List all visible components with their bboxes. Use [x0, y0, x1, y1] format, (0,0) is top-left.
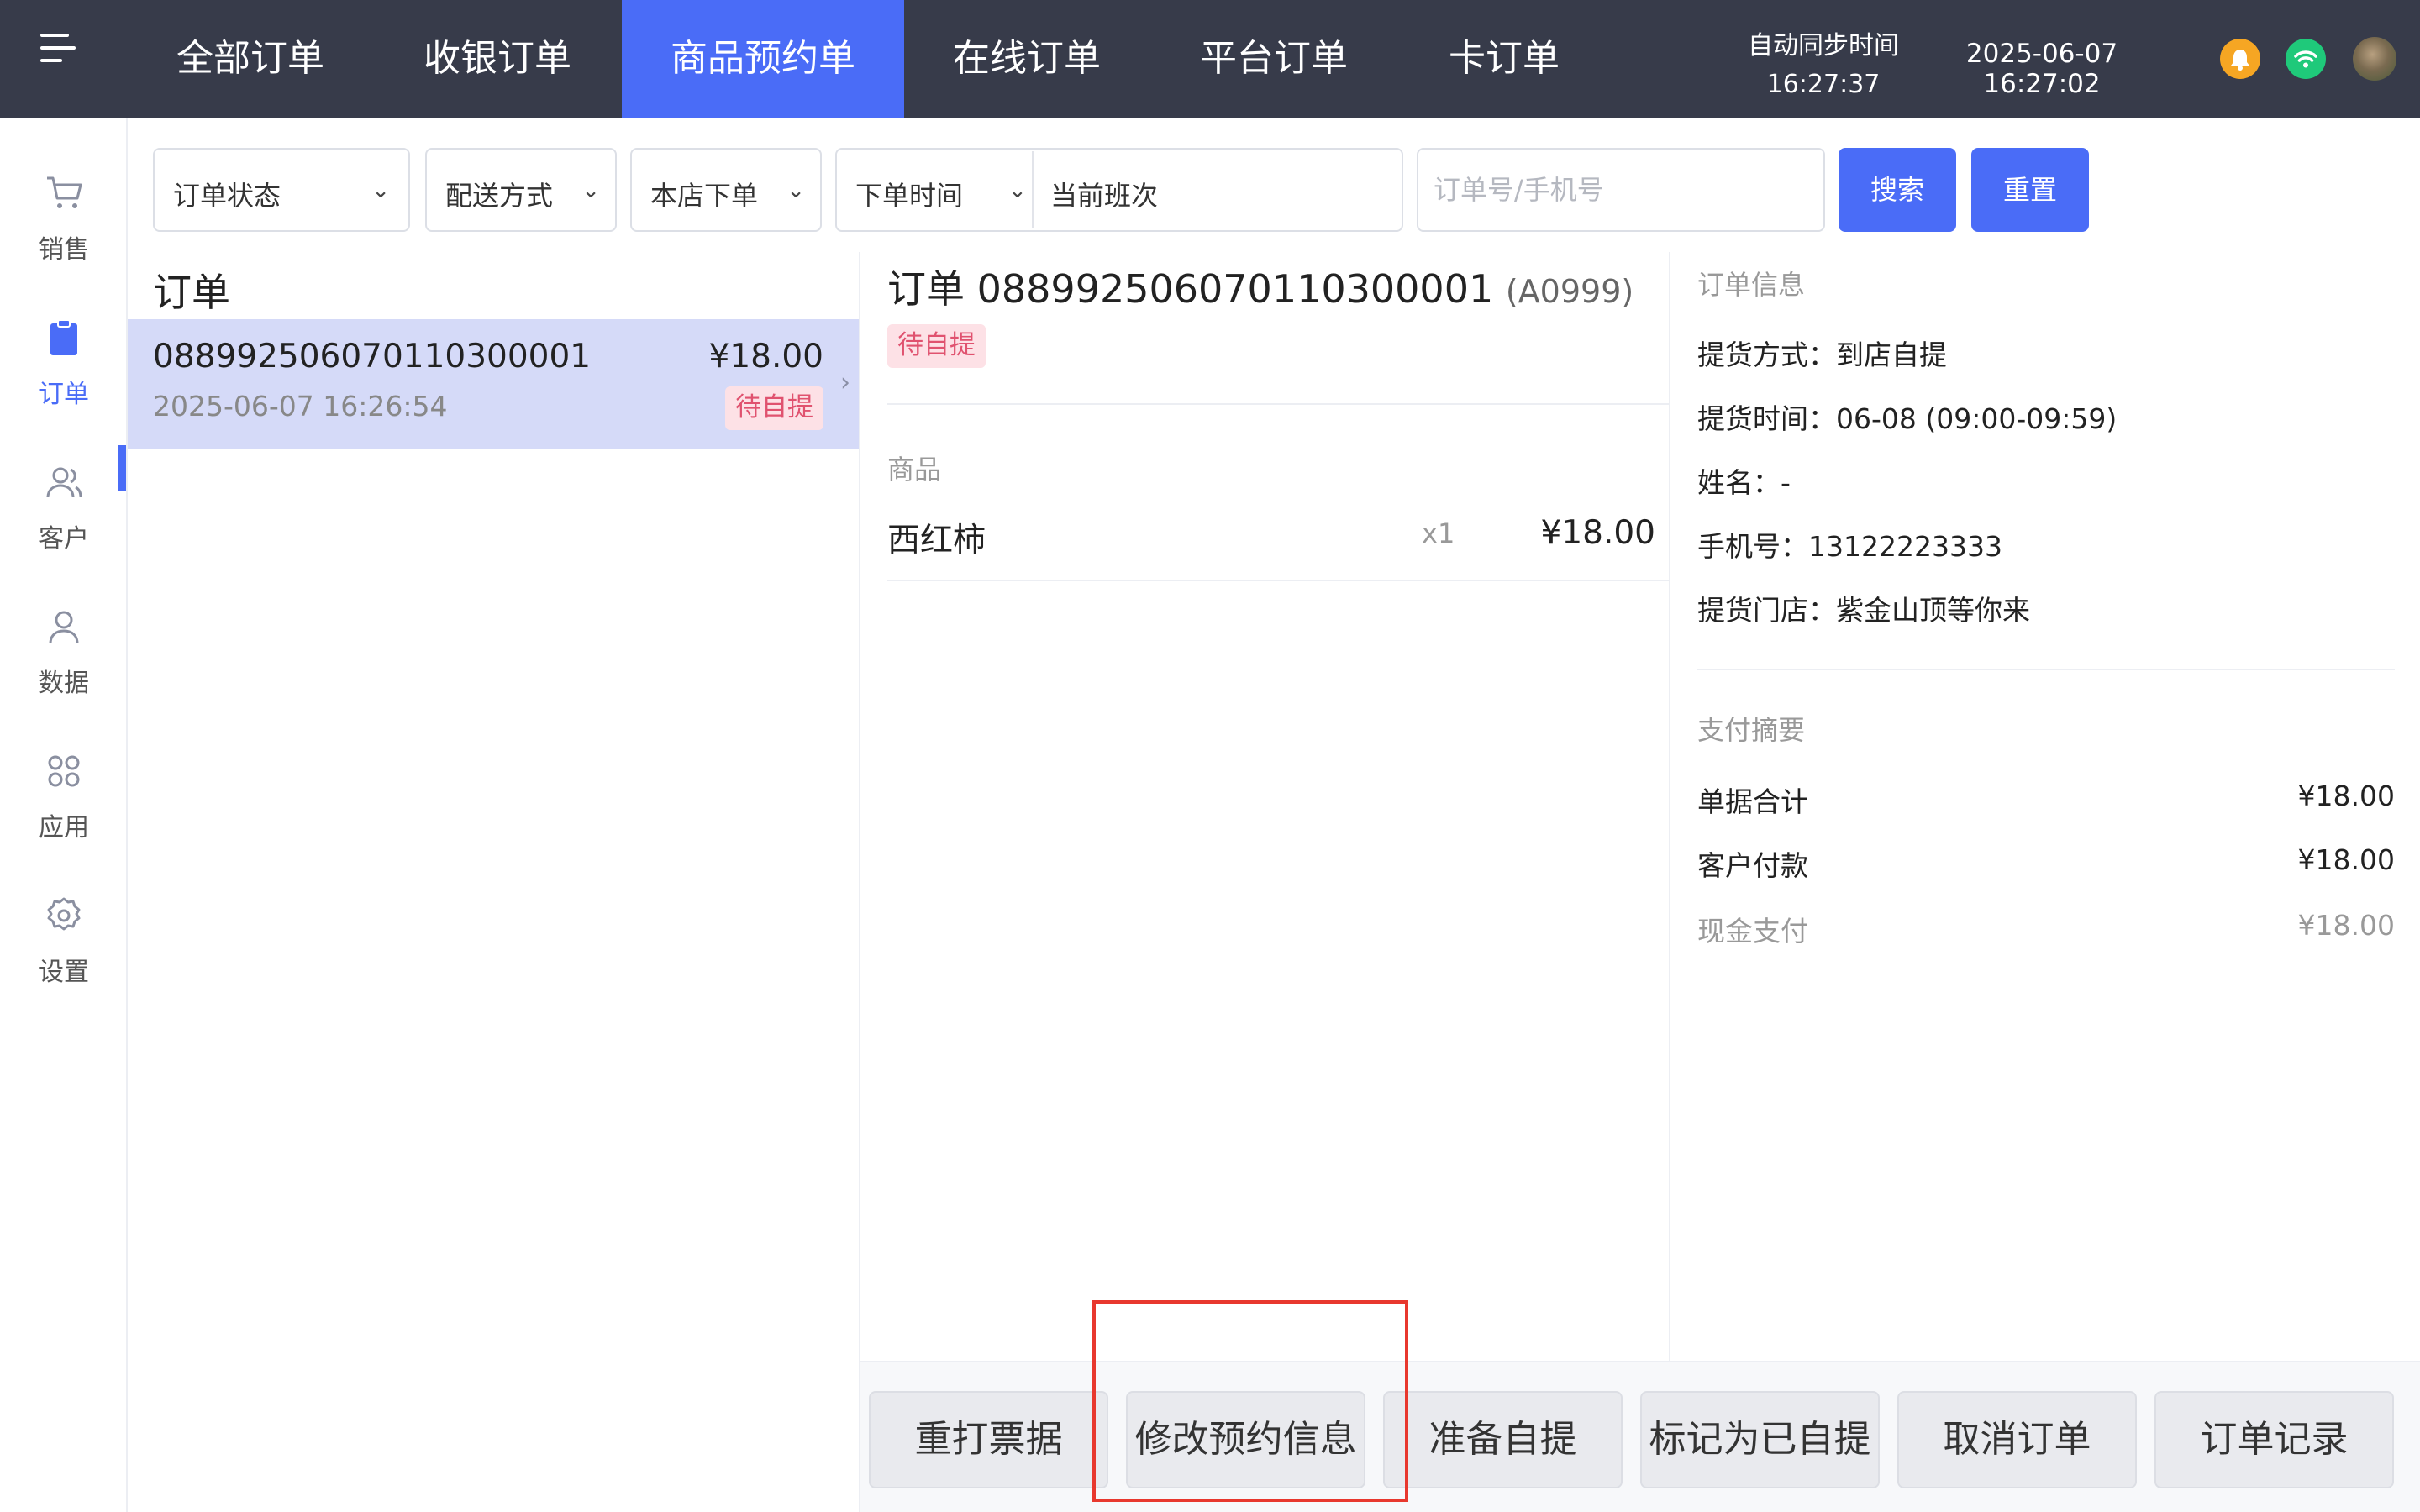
order-info-title: 订单信息 — [1697, 269, 1806, 301]
status-badge: 待自提 — [725, 386, 823, 430]
prepare-pickup-button[interactable]: 准备自提 — [1383, 1391, 1623, 1488]
sync-status: 自动同步时间 16:27:37 — [1714, 27, 1933, 104]
payment-value: ¥18.00 — [2297, 843, 2395, 876]
sidebar-item-data[interactable]: 数据 — [0, 585, 128, 711]
sidebar-item-label: 数据 — [39, 669, 89, 698]
order-info: 订单信息 提货方式：到店自提 提货时间：06-08 (09:00-09:59) … — [1697, 252, 2395, 1361]
tab-all-orders[interactable]: 全部订单 — [153, 0, 348, 118]
users-icon — [42, 460, 86, 504]
order-number: 088992506070110300001 — [153, 338, 592, 375]
product-quantity: x1 — [1422, 517, 1455, 549]
pickup-time: 提货时间：06-08 (09:00-09:59) — [1697, 402, 2118, 435]
time-type-label[interactable]: 下单时间 — [855, 175, 963, 213]
customer-phone: 手机号：13122223333 — [1697, 530, 2002, 563]
order-detail: 订单 088992506070110300001 (A0999) 待自提 商品 … — [860, 252, 1670, 1361]
order-time-filter[interactable]: 下单时间 ⌄ 当前班次 — [835, 148, 1403, 232]
tab-online-orders[interactable]: 在线订单 — [929, 0, 1124, 118]
order-status-select[interactable]: 订单状态 ⌄ — [153, 148, 410, 232]
payment-value: ¥18.00 — [2297, 780, 2395, 812]
tab-cashier-orders[interactable]: 收银订单 — [400, 0, 595, 118]
detail-title-prefix: 订单 — [887, 266, 965, 312]
payment-row-cash: 现金支付 ¥18.00 — [1697, 909, 2395, 949]
pickup-store: 提货门店：紫金山顶等你来 — [1697, 594, 2030, 627]
tab-platform-orders[interactable]: 平台订单 — [1176, 0, 1371, 118]
sync-label: 自动同步时间 — [1748, 31, 1899, 60]
divider — [887, 403, 1669, 405]
mark-picked-up-button[interactable]: 标记为已自提 — [1640, 1391, 1880, 1488]
menu-icon[interactable] — [40, 34, 76, 64]
payment-label: 单据合计 — [1697, 785, 1808, 818]
store-order-select[interactable]: 本店下单 ⌄ — [630, 148, 822, 232]
avatar[interactable] — [2353, 37, 2396, 81]
cancel-order-button[interactable]: 取消订单 — [1897, 1391, 2137, 1488]
customer-name: 姓名：- — [1697, 466, 1791, 499]
reset-button[interactable]: 重置 — [1971, 148, 2089, 232]
delivery-method-select[interactable]: 配送方式 ⌄ — [425, 148, 617, 232]
action-bar: 重打票据 修改预约信息 准备自提 标记为已自提 取消订单 订单记录 — [860, 1361, 2420, 1512]
sidebar-item-orders[interactable]: 订单 — [0, 296, 128, 422]
order-log-button[interactable]: 订单记录 — [2154, 1391, 2394, 1488]
divider — [1697, 669, 2395, 670]
pickup-method: 提货方式：到店自提 — [1697, 339, 1947, 371]
sidebar-item-customers[interactable]: 客户 — [0, 440, 128, 566]
list-item[interactable]: 088992506070110300001 ¥18.00 2025-06-07 … — [128, 319, 859, 449]
reprint-receipt-button[interactable]: 重打票据 — [869, 1391, 1108, 1488]
tab-card-orders[interactable]: 卡订单 — [1420, 0, 1588, 118]
user-icon — [42, 605, 86, 648]
order-time: 2025-06-07 16:26:54 — [153, 390, 448, 423]
sidebar-item-label: 订单 — [39, 380, 89, 409]
clipboard-icon — [42, 316, 86, 360]
bell-icon[interactable] — [2220, 39, 2260, 79]
payment-value: ¥18.00 — [2297, 909, 2395, 942]
product-name: 西红柿 — [887, 522, 986, 559]
sidebar-item-label: 销售 — [39, 235, 89, 265]
sidebar-item-label: 应用 — [39, 813, 89, 843]
payment-summary-title: 支付摘要 — [1697, 714, 1806, 746]
edit-reservation-button[interactable]: 修改预约信息 — [1126, 1391, 1365, 1488]
sidebar-item-apps[interactable]: 应用 — [0, 729, 128, 855]
payment-label: 现金支付 — [1697, 915, 1808, 948]
order-list-title: 订单 — [153, 270, 230, 315]
search-input[interactable] — [1417, 148, 1825, 232]
delivery-method-label: 配送方式 — [445, 180, 554, 212]
payment-label: 客户付款 — [1697, 849, 1808, 882]
status-badge: 待自提 — [887, 324, 986, 368]
chevron-down-icon: ⌄ — [371, 178, 390, 203]
tab-reservation-orders[interactable]: 商品预约单 — [622, 0, 904, 118]
payment-row-total: 单据合计 ¥18.00 — [1697, 780, 2395, 820]
detail-order-code: (A0999) — [1505, 273, 1634, 310]
detail-title: 订单 088992506070110300001 (A0999) — [887, 259, 1634, 314]
wifi-icon[interactable] — [2286, 39, 2326, 79]
current-datetime: 2025-06-07 16:27:02 — [1965, 39, 2118, 99]
chevron-down-icon: ⌄ — [581, 178, 600, 203]
order-status-label: 订单状态 — [173, 180, 281, 212]
top-bar: 全部订单 收银订单 商品预约单 在线订单 平台订单 卡订单 自动同步时间 16:… — [0, 0, 2420, 118]
chevron-down-icon: ⌄ — [1008, 178, 1027, 203]
payment-row-paid: 客户付款 ¥18.00 — [1697, 843, 2395, 884]
products-label: 商品 — [887, 454, 942, 486]
gear-icon — [42, 894, 86, 937]
sidebar-item-label: 客户 — [39, 524, 89, 554]
cart-icon — [42, 171, 86, 215]
apps-icon — [42, 749, 86, 793]
store-order-label: 本店下单 — [650, 180, 759, 212]
divider — [887, 580, 1669, 581]
sidebar-item-sales[interactable]: 销售 — [0, 151, 128, 277]
sidebar-item-settings[interactable]: 设置 — [0, 874, 128, 1000]
chevron-down-icon: ⌄ — [786, 178, 805, 203]
sidebar: 销售 订单 客户 数据 应用 设置 — [0, 118, 128, 1512]
order-price: ¥18.00 — [708, 338, 823, 375]
filter-divider — [1032, 151, 1034, 228]
chevron-right-icon: › — [840, 368, 850, 397]
order-list: 订单 088992506070110300001 ¥18.00 2025-06-… — [128, 252, 860, 1512]
time-value-label[interactable]: 当前班次 — [1050, 175, 1158, 213]
product-price: ¥18.00 — [1540, 514, 1655, 552]
sidebar-item-label: 设置 — [39, 958, 89, 987]
detail-order-number: 088992506070110300001 — [976, 266, 1494, 312]
sync-time: 16:27:37 — [1766, 70, 1881, 99]
active-indicator — [118, 445, 126, 491]
search-button[interactable]: 搜索 — [1839, 148, 1956, 232]
